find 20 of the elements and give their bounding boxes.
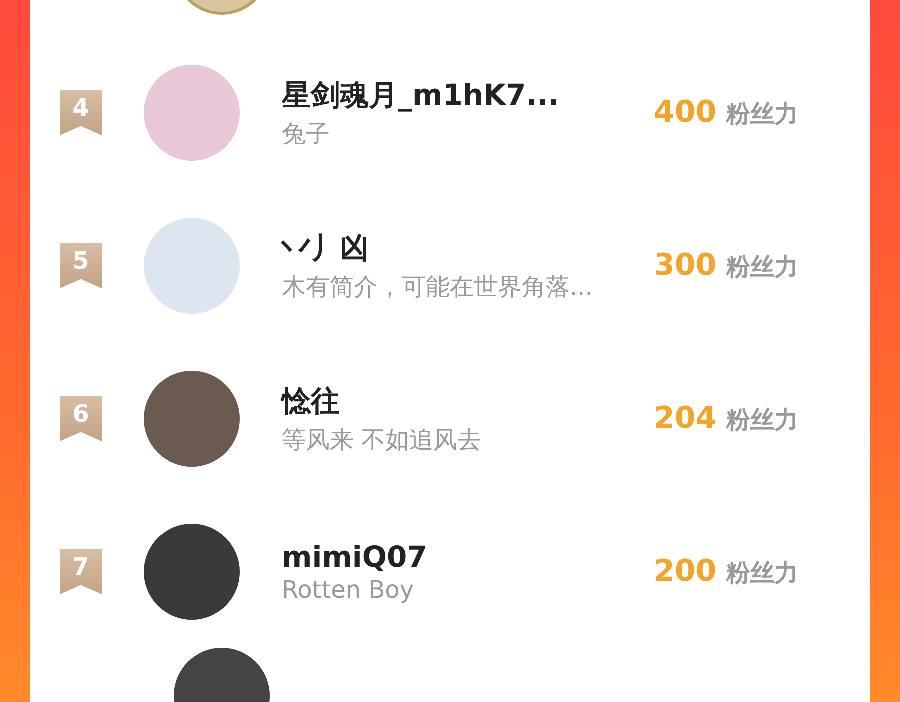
fan-score: 204 [654, 401, 717, 436]
user-bio: 兔子 [282, 118, 331, 150]
fan-score: 200 [654, 554, 717, 589]
rank-badge: 7 [60, 548, 102, 594]
user-bio: 等风来 不如追风去 [282, 424, 483, 456]
user-bio: 木有简介，可能在世界角落... [282, 272, 594, 302]
fan-score: 400 [654, 95, 717, 130]
user-name[interactable]: 惗往 [282, 382, 652, 422]
user-bio: Rotten Boy [282, 576, 416, 604]
fan-score: 300 [654, 248, 717, 283]
rank-badge: 5 [60, 242, 102, 288]
fan-score-unit: 粉丝力 [726, 252, 799, 283]
rank-badge: 6 [60, 396, 102, 442]
user-name[interactable]: 星剑魂月_m1hK7... [282, 76, 652, 116]
fan-score-unit: 粉丝力 [726, 405, 799, 436]
fan-score-unit: 粉丝力 [726, 558, 799, 589]
user-name[interactable]: 丷丿凶 [282, 228, 652, 268]
user-name[interactable]: mimiQ07 [282, 540, 652, 574]
rank-badge: 4 [60, 90, 102, 136]
fan-score-unit: 粉丝力 [726, 99, 799, 130]
